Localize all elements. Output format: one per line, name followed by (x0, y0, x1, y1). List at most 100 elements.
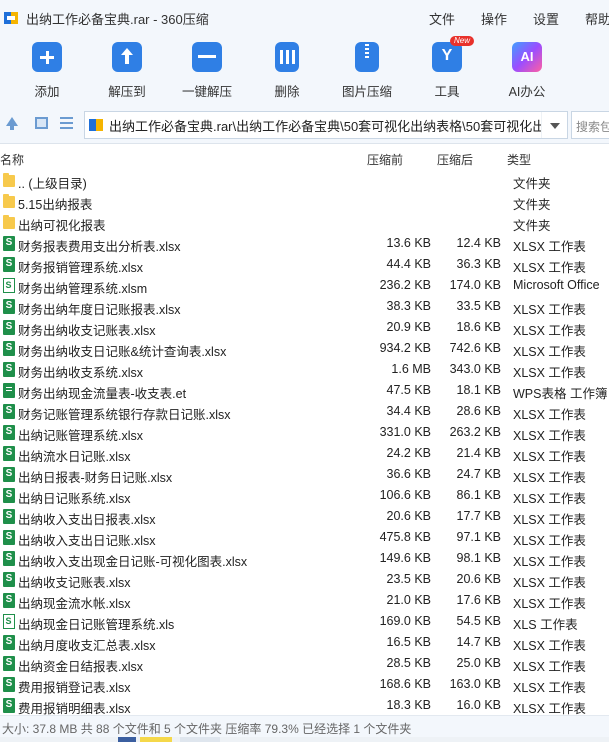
spreadsheet-file-icon (3, 509, 15, 524)
new-badge: New (450, 36, 475, 46)
file-original-size: 934.2 KB (379, 341, 431, 355)
file-row[interactable]: 出纳收支记账表.xlsx 23.5 KB 20.6 KB XLSX 工作表 (0, 569, 609, 590)
chevron-down-icon[interactable] (541, 112, 567, 138)
list-header: 名称 压缩前 压缩后 类型 (0, 144, 609, 170)
column-type[interactable]: 类型 (507, 151, 531, 168)
column-original-size[interactable]: 压缩前 (367, 151, 403, 168)
file-row[interactable]: .. (上级目录) 文件夹 (0, 170, 609, 191)
taskbar-app-icon[interactable] (118, 737, 136, 742)
file-type: XLSX 工作表 (513, 513, 586, 527)
spreadsheet-file-icon (3, 551, 15, 566)
image-compress-icon (355, 42, 379, 72)
file-name: 财务出纳收支系统.xlsx (18, 366, 144, 380)
spreadsheet-file-icon (3, 614, 15, 629)
file-row[interactable]: 财务报销管理系统.xlsx 44.4 KB 36.3 KB XLSX 工作表 (0, 254, 609, 275)
file-row[interactable]: 出纳日报表-财务日记账.xlsx 36.6 KB 24.7 KB XLSX 工作表 (0, 464, 609, 485)
file-original-size: 20.9 KB (386, 320, 431, 334)
spreadsheet-file-icon (3, 236, 15, 251)
file-type: XLSX 工作表 (513, 303, 586, 317)
file-row[interactable]: 财务报表费用支出分析表.xlsx 13.6 KB 12.4 KB XLSX 工作表 (0, 233, 609, 254)
spreadsheet-file-icon (3, 320, 15, 335)
file-row[interactable]: 财务出纳现金流量表-收支表.et 47.5 KB 18.1 KB WPS表格 工作簿 (0, 380, 609, 401)
file-compressed-size: 343.0 KB (449, 362, 501, 376)
file-row[interactable]: 出纳收入支出现金日记账-可视化图表.xlsx 149.6 KB 98.1 KB XLS… (0, 548, 609, 569)
file-type: 文件夹 (513, 177, 551, 191)
image-compress-button[interactable]: 图片压缩 (327, 42, 407, 100)
file-type: 文件夹 (513, 198, 551, 212)
file-original-size: 21.0 KB (386, 593, 431, 607)
file-compressed-size: 98.1 KB (456, 551, 501, 565)
folder-icon (3, 173, 15, 187)
search-input[interactable]: 搜索包 (571, 111, 609, 139)
file-type: Microsoft Office (513, 278, 600, 292)
file-row[interactable]: 出纳记账管理系统.xlsx 331.0 KB 263.2 KB XLSX 工作表 (0, 422, 609, 443)
file-row[interactable]: 5.15出纳报表 文件夹 (0, 191, 609, 212)
spreadsheet-file-icon (3, 278, 15, 293)
file-type: XLSX 工作表 (513, 261, 586, 275)
file-type: 文件夹 (513, 219, 551, 233)
spreadsheet-file-icon (3, 425, 15, 440)
menu-operation[interactable]: 操作 (481, 9, 507, 28)
file-compressed-size: 54.5 KB (456, 614, 501, 628)
spreadsheet-file-icon (3, 593, 15, 608)
address-bar[interactable]: 出纳工作必备宝典.rar\出纳工作必备宝典\50套可视化出纳表格\50套可视化出… (84, 111, 568, 139)
file-row[interactable]: 财务出纳年度日记账报表.xlsx 38.3 KB 33.5 KB XLSX 工作表 (0, 296, 609, 317)
menu-help[interactable]: 帮助 (585, 9, 609, 28)
file-compressed-size: 174.0 KB (449, 278, 501, 292)
file-row[interactable]: 财务出纳收支系统.xlsx 1.6 MB 343.0 KB XLSX 工作表 (0, 359, 609, 380)
ai-icon (512, 42, 542, 72)
file-name: 出纳日记账系统.xlsx (18, 492, 131, 506)
file-row[interactable]: 财务出纳管理系统.xlsm 236.2 KB 174.0 KB Microsoft O… (0, 275, 609, 296)
file-row[interactable]: 出纳现金流水帐.xlsx 21.0 KB 17.6 KB XLSX 工作表 (0, 590, 609, 611)
column-compressed-size[interactable]: 压缩后 (437, 151, 473, 168)
file-compressed-size: 20.6 KB (456, 572, 501, 586)
taskbar-app-icon[interactable] (180, 737, 220, 742)
file-row[interactable]: 费用报销登记表.xlsx 168.6 KB 163.0 KB XLSX 工作表 (0, 674, 609, 695)
file-row[interactable]: 财务记账管理系统银行存款日记账.xlsx 34.4 KB 28.6 KB XLSX 工… (0, 401, 609, 422)
file-row[interactable]: 出纳月度收支汇总表.xlsx 16.5 KB 14.7 KB XLSX 工作表 (0, 632, 609, 653)
file-name: 出纳收支记账表.xlsx (18, 576, 131, 590)
file-row[interactable]: 出纳流水日记账.xlsx 24.2 KB 21.4 KB XLSX 工作表 (0, 443, 609, 464)
ai-office-button[interactable]: AI办公 (487, 42, 567, 100)
one-click-extract-label: 一键解压 (181, 85, 232, 99)
file-compressed-size: 86.1 KB (456, 488, 501, 502)
menu-file[interactable]: 文件 (429, 9, 455, 28)
file-row[interactable]: 出纳现金日记账管理系统.xls 169.0 KB 54.5 KB XLS 工作表 (0, 611, 609, 632)
column-name[interactable]: 名称 (0, 151, 24, 168)
file-row[interactable]: 出纳收入支出日记账.xlsx 475.8 KB 97.1 KB XLSX 工作表 (0, 527, 609, 548)
file-type: WPS表格 工作簿 (513, 387, 608, 401)
file-row[interactable]: 出纳收入支出日报表.xlsx 20.6 KB 17.7 KB XLSX 工作表 (0, 506, 609, 527)
file-row[interactable]: 财务出纳收支日记账&统计查询表.xlsx 934.2 KB 742.6 KB XLSX… (0, 338, 609, 359)
file-row[interactable]: 出纳资金日结报表.xlsx 28.5 KB 25.0 KB XLSX 工作表 (0, 653, 609, 674)
file-compressed-size: 17.7 KB (456, 509, 501, 523)
file-name: 出纳记账管理系统.xlsx (18, 429, 144, 443)
file-row[interactable]: 出纳可视化报表 文件夹 (0, 212, 609, 233)
add-icon (32, 42, 62, 72)
file-original-size: 36.6 KB (386, 467, 431, 481)
file-type: XLSX 工作表 (513, 408, 586, 422)
extract-to-button[interactable]: 解压到 (87, 42, 167, 100)
file-name: .. (上级目录) (18, 177, 87, 191)
file-type: XLSX 工作表 (513, 366, 586, 380)
spreadsheet-file-icon (3, 362, 15, 377)
file-original-size: 16.5 KB (386, 635, 431, 649)
one-click-extract-button[interactable]: 一键解压 (167, 42, 247, 100)
file-compressed-size: 163.0 KB (449, 677, 501, 691)
delete-button[interactable]: 删除 (247, 42, 327, 100)
file-row[interactable]: 财务出纳收支记账表.xlsx 20.9 KB 18.6 KB XLSX 工作表 (0, 317, 609, 338)
thumbnail-view-icon[interactable] (35, 117, 48, 129)
file-original-size: 20.6 KB (386, 509, 431, 523)
address-path: 出纳工作必备宝典.rar\出纳工作必备宝典\50套可视化出纳表格\50套可视化出… (109, 118, 568, 134)
spreadsheet-file-icon (3, 341, 15, 356)
taskbar-app-icon[interactable] (140, 737, 172, 742)
file-row[interactable]: 出纳日记账系统.xlsx 106.6 KB 86.1 KB XLSX 工作表 (0, 485, 609, 506)
list-view-icon[interactable] (60, 117, 73, 129)
menu-settings[interactable]: 设置 (533, 9, 559, 28)
title-bar: 出纳工作必备宝典.rar - 360压缩 文件 操作 设置 帮助 (0, 0, 609, 36)
file-name: 财务记账管理系统银行存款日记账.xlsx (18, 408, 231, 422)
file-original-size: 13.6 KB (386, 236, 431, 250)
add-button[interactable]: 添加 (7, 42, 87, 100)
address-row: 出纳工作必备宝典.rar\出纳工作必备宝典\50套可视化出纳表格\50套可视化出… (0, 106, 609, 144)
file-row[interactable]: 费用报销明细表.xlsx18.3 KB16.0 KBXLSX 工作表 (0, 695, 609, 716)
tools-button[interactable]: 工具 (407, 42, 487, 100)
